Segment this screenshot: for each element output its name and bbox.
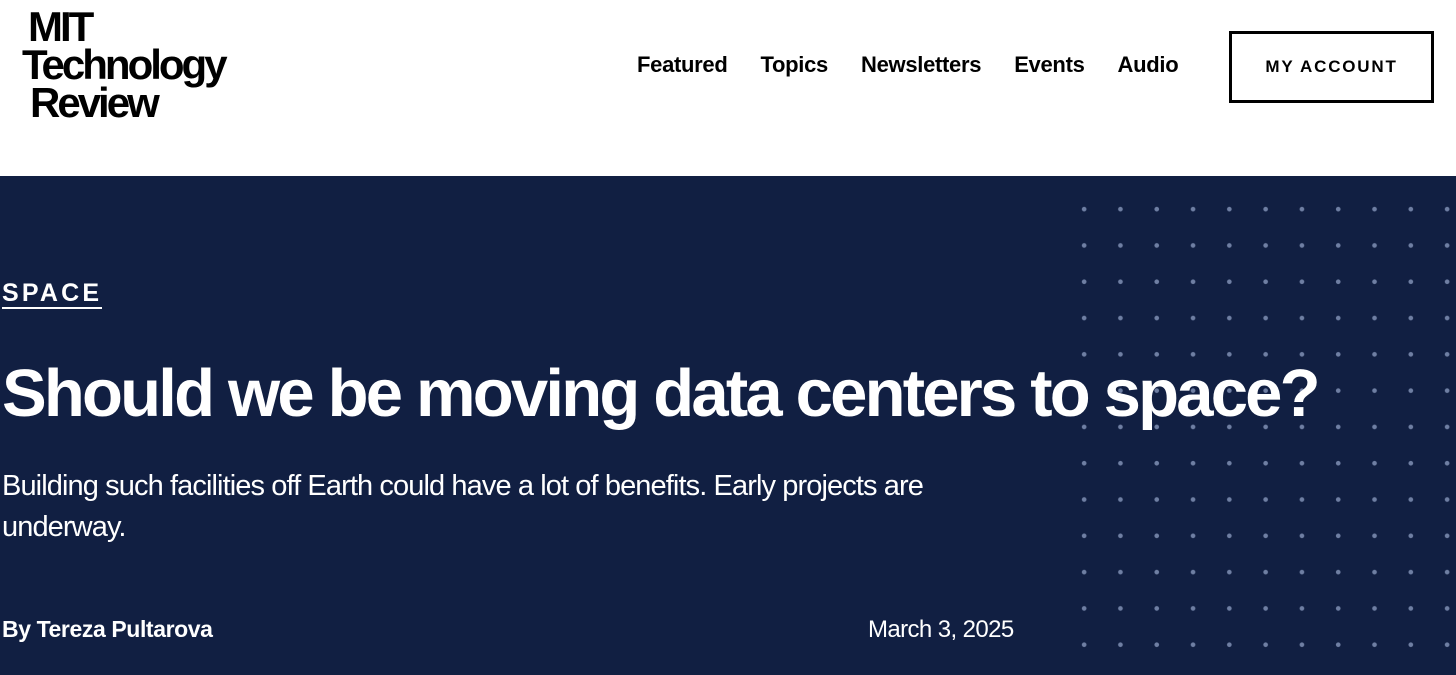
category-link[interactable]: SPACE: [2, 279, 103, 309]
byline: By Tereza Pultarova: [2, 616, 213, 643]
nav-item-audio[interactable]: Audio: [1118, 52, 1179, 78]
article-hero: SPACE Should we be moving data centers t…: [0, 176, 1456, 675]
author-link[interactable]: Tereza Pultarova: [37, 616, 213, 642]
article-headline: Should we be moving data centers to spac…: [2, 356, 1321, 431]
nav-item-topics[interactable]: Topics: [761, 52, 829, 78]
main-nav: Featured Topics Newsletters Events Audio: [637, 50, 1179, 80]
publish-date: March 3, 2025: [868, 616, 1014, 643]
site-logo[interactable]: MIT Technology Review: [22, 6, 262, 126]
nav-item-newsletters[interactable]: Newsletters: [861, 52, 982, 78]
byline-prefix: By: [2, 616, 37, 642]
article-dek: Building such facilities off Earth could…: [2, 470, 924, 543]
logo-line-review: Review: [30, 79, 160, 126]
site-header: MIT Technology Review Featured Topics Ne…: [0, 0, 1456, 176]
nav-item-featured[interactable]: Featured: [637, 52, 728, 78]
nav-item-events[interactable]: Events: [1014, 52, 1085, 78]
my-account-button[interactable]: MY ACCOUNT: [1229, 31, 1434, 103]
